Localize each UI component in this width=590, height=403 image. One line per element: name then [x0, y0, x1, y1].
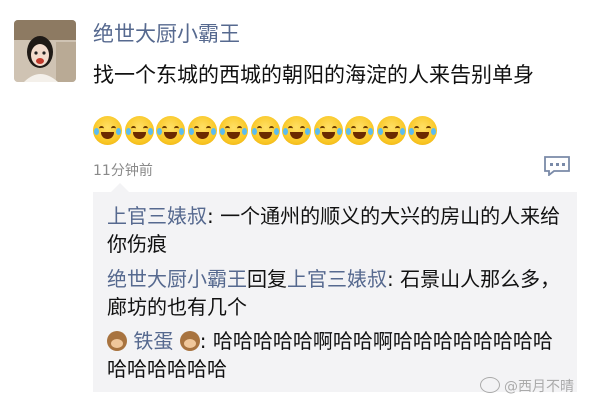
laugh-cry-emoji-icon [93, 116, 122, 145]
laugh-cry-emoji-icon [345, 116, 374, 145]
laugh-cry-emoji-icon [219, 116, 248, 145]
comment-author[interactable]: 铁蛋 [133, 329, 173, 353]
watermark: @西月不晴 [480, 376, 574, 396]
avatar[interactable] [14, 20, 76, 82]
comment-separator: : [207, 204, 221, 228]
laugh-cry-emoji-icon [156, 116, 185, 145]
comment-item[interactable]: 铁蛋 : 哈哈哈哈哈啊哈哈啊哈哈哈哈哈哈哈哈哈哈哈哈哈哈 [107, 327, 567, 383]
comment-bubble-icon[interactable] [544, 156, 570, 177]
comment-text: 哈哈哈哈哈啊哈哈啊哈哈哈哈哈哈哈哈哈哈哈哈哈哈 [107, 329, 553, 381]
comment-author[interactable]: 上官三婊叔 [107, 204, 207, 228]
comment-separator: : [387, 267, 401, 291]
post-author-name[interactable]: 绝世大厨小霸王 [93, 18, 240, 48]
laugh-cry-emoji-icon [282, 116, 311, 145]
laugh-cry-emoji-icon [187, 116, 217, 145]
weibo-icon [480, 377, 500, 393]
laugh-cry-emoji-icon [313, 116, 343, 145]
monkey-icon [179, 331, 200, 351]
reply-word: 回复 [247, 267, 287, 291]
emoji-row [93, 116, 437, 146]
comment-section: 上官三婊叔: 一个通州的顺义的大兴的房山的人来给你伤痕 绝世大厨小霸王回复上官三… [93, 183, 577, 392]
laugh-cry-emoji-icon [376, 116, 406, 145]
comment-separator: : [199, 329, 213, 353]
comment-author[interactable]: 绝世大厨小霸王 [107, 267, 247, 291]
comment-item[interactable]: 绝世大厨小霸王回复上官三婊叔: 石景山人那么多，廊坊的也有几个 [107, 265, 567, 321]
laugh-cry-emoji-icon [250, 116, 280, 145]
laugh-cry-emoji-icon [124, 116, 154, 145]
monkey-icon [107, 331, 127, 351]
post-text: 找一个东城的西城的朝阳的海淀的人来告别单身 [93, 63, 534, 87]
reply-to-author[interactable]: 上官三婊叔 [287, 267, 387, 291]
comment-item[interactable]: 上官三婊叔: 一个通州的顺义的大兴的房山的人来给你伤痕 [107, 202, 567, 258]
post-timestamp: 11分钟前 [93, 163, 153, 179]
watermark-text: @西月不晴 [504, 379, 574, 395]
laugh-cry-emoji-icon [408, 116, 437, 145]
